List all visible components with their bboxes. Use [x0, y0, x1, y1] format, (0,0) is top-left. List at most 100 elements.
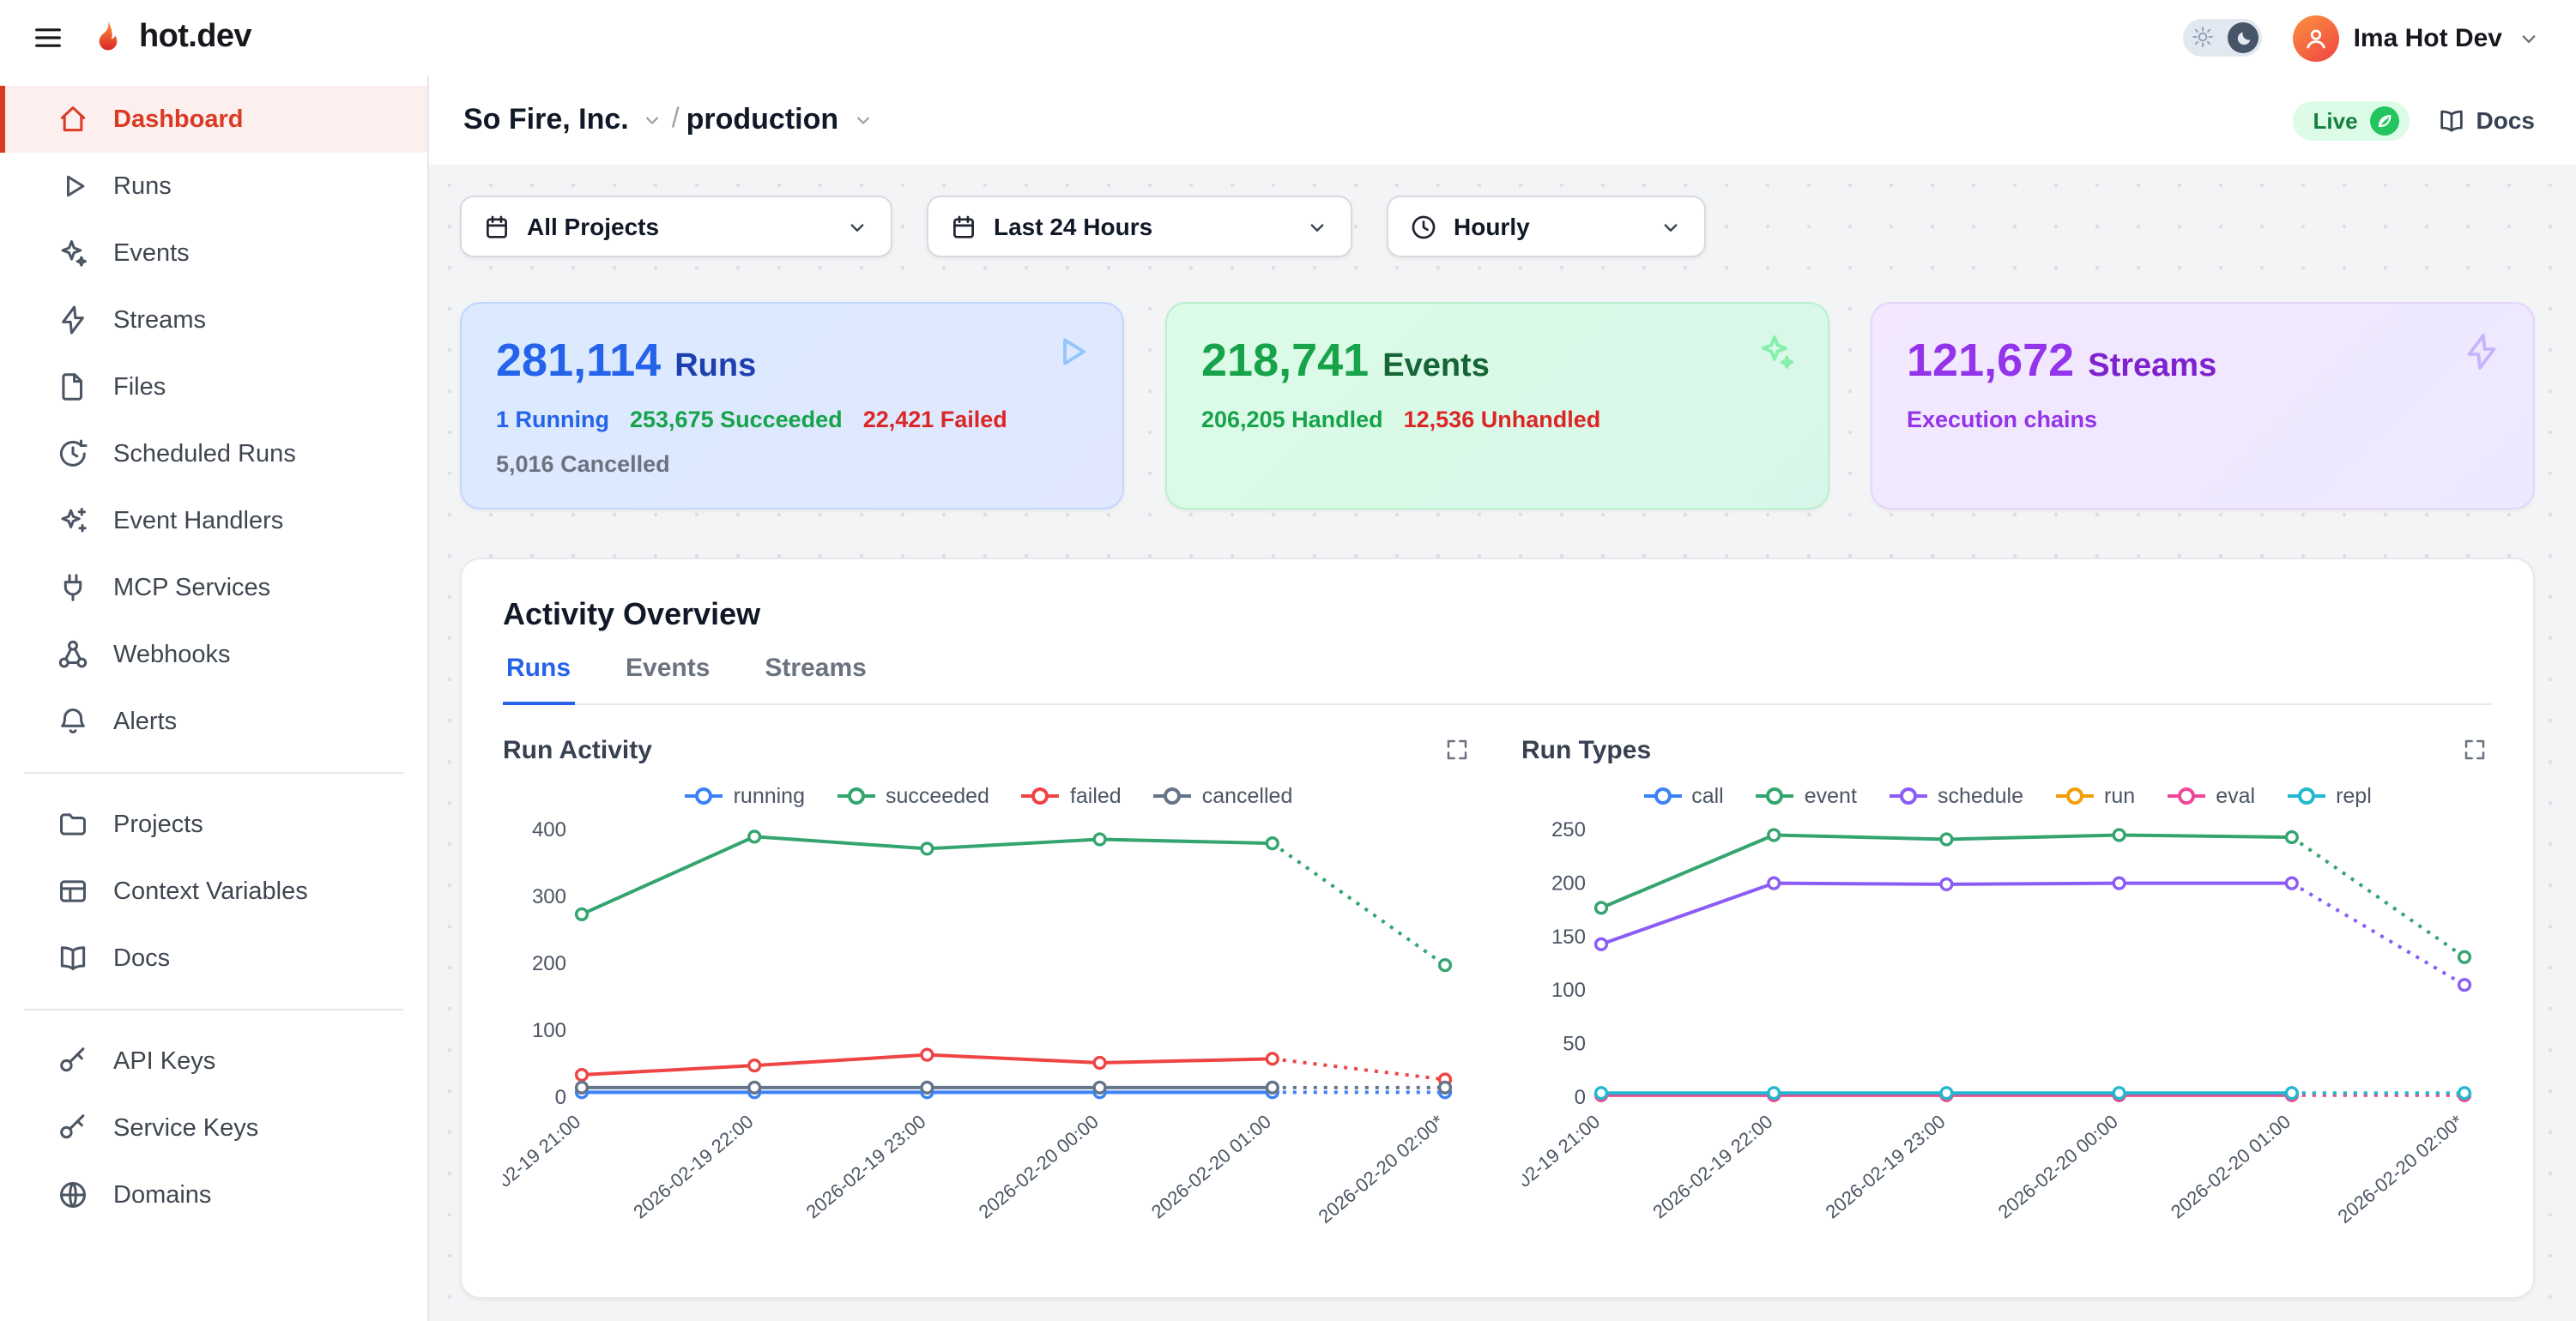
sidebar-item-label: Event Handlers [113, 507, 283, 534]
legend-event[interactable]: event [1755, 784, 1857, 808]
sidebar-item-mcp-services[interactable]: MCP Services [0, 554, 427, 621]
expand-icon[interactable] [1439, 733, 1473, 767]
granularity-value: Hourly [1454, 213, 1642, 240]
legend-succeeded[interactable]: succeeded [836, 784, 989, 808]
sidebar-item-service-keys[interactable]: Service Keys [0, 1095, 427, 1161]
sidebar-item-label: Webhooks [113, 641, 231, 668]
chart-legend: call event schedule run eval repl [1521, 781, 2492, 811]
sidebar-item-label: Projects [113, 811, 203, 838]
sidebar-item-files[interactable]: Files [0, 353, 427, 420]
sidebar-item-webhooks[interactable]: Webhooks [0, 621, 427, 688]
sidebar-item-label: Alerts [113, 708, 177, 735]
menu-button[interactable] [24, 14, 72, 62]
runs-failed: 22,421 Failed [863, 407, 1007, 432]
run-types-chart: 0501001502002502026-02-19 21:002026-02-1… [1521, 811, 2491, 1261]
file-icon [57, 371, 89, 403]
sidebar-divider [24, 1009, 403, 1010]
legend-label: running [734, 784, 805, 808]
theme-toggle[interactable] [2184, 19, 2263, 57]
charts-row: Run Activity runningsucceededfailedcance… [503, 733, 2492, 1270]
legend-marker-icon [2054, 786, 2095, 806]
sidebar-item-event-handlers[interactable]: Event Handlers [0, 487, 427, 554]
legend-eval[interactable]: eval [2166, 784, 2255, 808]
legend-cancelled[interactable]: cancelled [1152, 784, 1293, 808]
chart-title: Run Types [1521, 735, 1651, 764]
project-filter-dropdown[interactable]: All Projects [460, 196, 892, 257]
tab-events[interactable]: Events [622, 654, 713, 705]
granularity-dropdown[interactable]: Hourly [1387, 196, 1706, 257]
sidebar-item-domains[interactable]: Domains [0, 1161, 427, 1228]
sidebar-item-label: Docs [113, 944, 170, 972]
runs-stat-card[interactable]: 281,114 Runs 1 Running 253,675 Succeeded… [460, 302, 1124, 510]
legend-marker-icon [836, 786, 877, 806]
live-badge[interactable]: Live [2293, 100, 2410, 140]
theme-switcher [2184, 19, 2263, 57]
legend-repl[interactable]: repl [2286, 784, 2372, 808]
svg-text:2026-02-20 02:00*: 2026-02-20 02:00* [1315, 1110, 1448, 1228]
sidebar-item-runs[interactable]: Runs [0, 153, 427, 220]
legend-call[interactable]: call [1642, 784, 1724, 808]
sidebar-item-projects[interactable]: Projects [0, 791, 427, 858]
svg-text:200: 200 [532, 952, 566, 975]
clock-arrow-icon [57, 437, 89, 470]
svg-text:150: 150 [1551, 926, 1585, 949]
sidebar-item-label: Scheduled Runs [113, 440, 296, 467]
legend-label: cancelled [1202, 784, 1293, 808]
topbar: hot.dev Ima Hot Dev [0, 0, 2576, 75]
book-icon [57, 942, 89, 974]
filter-bar: All Projects Last 24 Hours Hourly [460, 196, 2535, 257]
runs-cancelled: 5,016 Cancelled [496, 451, 670, 477]
docs-link[interactable]: Docs [2437, 106, 2535, 135]
plug-icon [57, 571, 89, 604]
events-stat-card[interactable]: 218,741 Events 206,205 Handled 12,536 Un… [1165, 302, 1829, 510]
sidebar-item-context-variables[interactable]: Context Variables [0, 858, 427, 925]
legend-marker-icon [1642, 786, 1683, 806]
sun-icon [2192, 26, 2215, 48]
tab-streams[interactable]: Streams [761, 654, 869, 705]
legend-marker-icon [1755, 786, 1796, 806]
sidebar-item-docs[interactable]: Docs [0, 925, 427, 992]
sidebar-item-api-keys[interactable]: API Keys [0, 1028, 427, 1095]
live-indicator [2370, 106, 2399, 135]
chevron-down-icon [844, 214, 870, 239]
flame-logo-icon [89, 19, 127, 57]
book-icon [2437, 106, 2466, 135]
env-switcher[interactable]: production [686, 103, 875, 137]
streams-stat-card[interactable]: 121,672 Streams Execution chains [1871, 302, 2535, 510]
chevron-down-icon [850, 108, 874, 132]
sidebar-item-events[interactable]: Events [0, 220, 427, 287]
user-icon [2304, 25, 2330, 51]
svg-text:2026-02-20 01:00: 2026-02-20 01:00 [2166, 1111, 2294, 1223]
folder-icon [57, 808, 89, 841]
svg-text:2026-02-19 22:00: 2026-02-19 22:00 [629, 1111, 757, 1223]
svg-text:100: 100 [532, 1019, 566, 1042]
app-root: hot.dev Ima Hot Dev Dashboard [0, 0, 2576, 1321]
docs-label: Docs [2476, 106, 2535, 134]
sparkle-wand-icon [57, 504, 89, 537]
org-switcher[interactable]: So Fire, Inc. [463, 103, 665, 137]
sidebar-item-alerts[interactable]: Alerts [0, 688, 427, 755]
run-types-chart-panel: Run Types call event schedule run eval repl 0… [1521, 733, 2492, 1270]
panel-title: Activity Overview [503, 597, 2492, 633]
legend-schedule[interactable]: schedule [1888, 784, 2023, 808]
expand-icon[interactable] [2458, 733, 2492, 767]
runs-label: Runs [674, 348, 756, 386]
time-range-dropdown[interactable]: Last 24 Hours [927, 196, 1352, 257]
dashboard-content: All Projects Last 24 Hours Hourly [429, 165, 2576, 1321]
globe-icon [57, 1179, 89, 1211]
org-name: So Fire, Inc. [463, 103, 629, 137]
bolt-icon [2461, 331, 2502, 372]
sidebar-item-label: Files [113, 373, 166, 401]
tab-runs[interactable]: Runs [503, 654, 574, 705]
sidebar-item-scheduled-runs[interactable]: Scheduled Runs [0, 420, 427, 487]
sidebar-item-dashboard[interactable]: Dashboard [0, 86, 427, 153]
legend-label: eval [2216, 784, 2255, 808]
brand[interactable]: hot.dev [89, 19, 251, 57]
user-menu[interactable]: Ima Hot Dev [2294, 15, 2542, 61]
legend-run[interactable]: run [2054, 784, 2135, 808]
legend-failed[interactable]: failed [1020, 784, 1122, 808]
clock-icon [1409, 212, 1438, 241]
legend-running[interactable]: running [684, 784, 805, 808]
sidebar-item-streams[interactable]: Streams [0, 287, 427, 353]
home-icon [57, 103, 89, 136]
